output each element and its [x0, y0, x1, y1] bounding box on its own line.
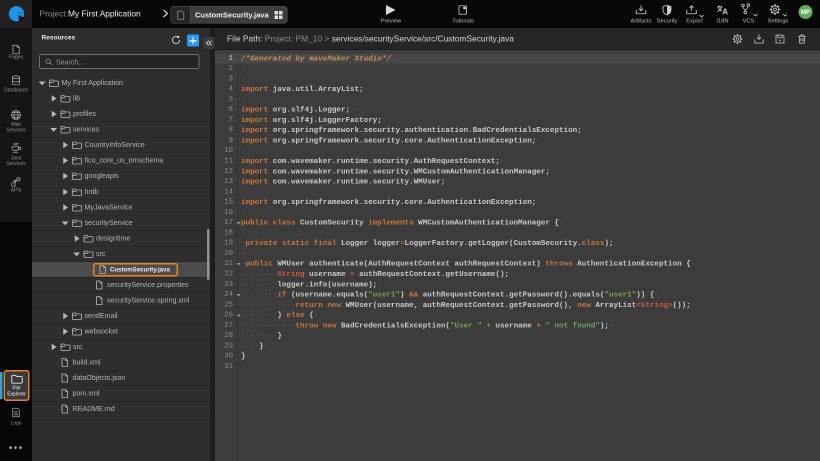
- svg-text:A: A: [722, 8, 728, 17]
